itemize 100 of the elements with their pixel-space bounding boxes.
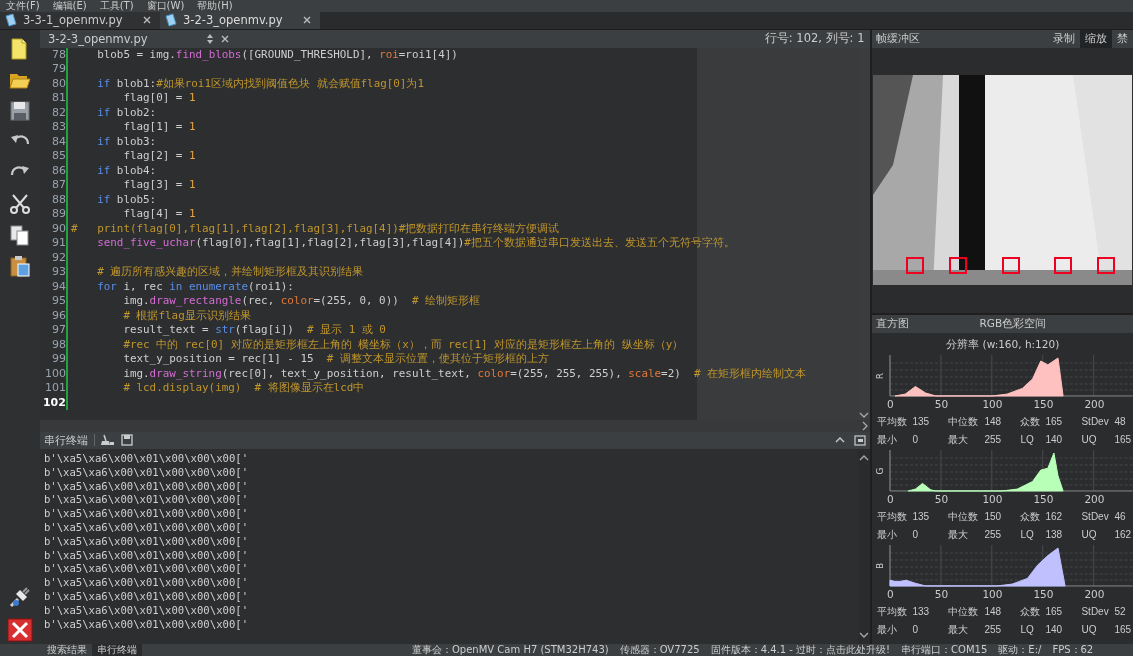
stat-label: StDev: [1081, 604, 1110, 619]
plug-icon[interactable]: [7, 585, 32, 609]
stat-label: LQ: [1020, 527, 1035, 542]
save-icon[interactable]: [120, 434, 133, 447]
stat-value: 162: [1114, 527, 1133, 542]
stat-label: StDev: [1081, 509, 1110, 524]
axis-label: R: [875, 372, 886, 380]
code-line: if blob1:#如果roi1区域内找到阈值色块 就会赋值flag[0]为1: [96, 76, 424, 92]
stat-value: 138: [1045, 527, 1064, 542]
line-number: 97: [39, 323, 68, 338]
tick-label: 200: [1084, 492, 1105, 505]
panel-title: 直方图: [876, 316, 910, 331]
code-line: # lcd.display(img) # 将图像显示在lcd中: [122, 381, 365, 396]
stat-label: 最小: [877, 527, 899, 542]
code-line: result_text = str(flag[i]) # 显示 1 或 0: [122, 323, 386, 338]
close-icon[interactable]: [142, 15, 152, 26]
color-space-selector[interactable]: RGB色彩空间: [979, 316, 1047, 331]
stat-label: UQ: [1081, 622, 1098, 637]
code-line: if blob2:: [96, 105, 157, 121]
scissors-icon[interactable]: [8, 192, 31, 215]
stat-label: 众数: [1020, 509, 1042, 524]
stat-value: 255: [984, 432, 1003, 447]
line-number: 89: [39, 207, 68, 222]
terminal-line: b'\xa5\xa6\x00\x01\x00\x00\x00[': [43, 520, 250, 535]
stat-label: 最小: [877, 432, 899, 447]
stat-value: 0: [912, 622, 919, 637]
tick-label: 200: [1084, 397, 1105, 410]
stat-value: 255: [984, 622, 1003, 637]
terminal-line: b'\xa5\xa6\x00\x01\x00\x00\x00[': [43, 534, 250, 549]
code-line: # print(flag[0],flag[1],flag[2],flag[3],flag[4])#把数据打印在串行终端方便调试: [69, 221, 560, 237]
code-line: blob5 = img.find_blobs([GROUND_THRESHOLD], roi=roi1[4]): [96, 47, 458, 63]
terminal-line: b'\xa5\xa6\x00\x01\x00\x00\x00[': [43, 603, 250, 618]
line-number: 96: [39, 308, 68, 324]
stat-value: 165: [1114, 432, 1133, 447]
line-number: 88: [39, 192, 68, 208]
line-number: 82: [39, 105, 68, 121]
close-icon[interactable]: [302, 15, 312, 26]
panel-title: 帧缓冲区: [876, 31, 921, 46]
line-number: 90: [39, 221, 68, 237]
close-icon[interactable]: [219, 33, 230, 44]
status-item: 驱动：E:/: [998, 644, 1042, 656]
tick-label: 50: [934, 587, 949, 600]
tick-label: 50: [934, 492, 949, 505]
stat-value: 140: [1045, 432, 1064, 447]
tick-label: 0: [887, 492, 894, 505]
code-line: flag[1] = 1: [122, 120, 196, 135]
cursor-position: 行号: 102, 列号: 1: [764, 31, 866, 47]
status-item: 董事会：OpenMV Cam H7 (STM32H743): [412, 644, 609, 656]
tick-label: 100: [982, 397, 1003, 410]
line-number: 80: [39, 76, 68, 92]
stat-label: 平均数: [877, 509, 909, 524]
code-line: # 根据flag显示识别结果: [122, 308, 251, 324]
line-number: 78: [39, 47, 68, 63]
status-tab[interactable]: 串行终端: [92, 644, 142, 656]
restore-icon[interactable]: [854, 434, 867, 447]
stat-value: 135: [912, 509, 931, 524]
status-tab[interactable]: 搜索结果: [42, 644, 92, 656]
menu-item[interactable]: 窗口(W): [142, 0, 194, 12]
stat-label: LQ: [1020, 432, 1035, 447]
stat-value: 133: [912, 604, 931, 619]
tick-label: 200: [1084, 587, 1105, 600]
stat-label: 众数: [1020, 414, 1042, 429]
panel-title: 串行终端: [43, 432, 88, 448]
toggle-button[interactable]: 禁: [1112, 29, 1133, 48]
chevron-down-icon[interactable]: [858, 630, 871, 640]
status-item: 固件版本：4.4.1 - 过时：点击此处升级!: [710, 644, 891, 656]
axis-label: B: [875, 562, 886, 570]
broom-icon[interactable]: [100, 434, 115, 447]
stat-value: 255: [984, 527, 1003, 542]
save-icon[interactable]: [8, 99, 31, 122]
terminal-line: b'\xa5\xa6\x00\x01\x00\x00\x00[': [43, 451, 250, 466]
stat-value: 48: [1114, 414, 1127, 429]
code-line: if blob4:: [96, 163, 157, 179]
up-down-arrows-icon[interactable]: [205, 32, 214, 45]
scrollbar[interactable]: [858, 448, 871, 644]
line-number: 102: [39, 395, 68, 411]
line-number: 79: [39, 62, 68, 77]
stat-label: StDev: [1081, 414, 1110, 429]
status-item: 传感器：OV7725: [619, 644, 700, 656]
tick-label: 150: [1033, 587, 1054, 600]
line-number: 93: [39, 265, 68, 280]
file-selector[interactable]: 3-2-3_openmv.py: [43, 31, 234, 46]
copy-icon[interactable]: [8, 223, 31, 246]
terminal-line: b'\xa5\xa6\x00\x01\x00\x00\x00[': [43, 493, 250, 508]
cross-icon[interactable]: [6, 618, 33, 642]
stat-label: 最小: [877, 622, 899, 637]
menu-item[interactable]: 工具(T): [95, 0, 143, 12]
tick-label: 100: [982, 587, 1003, 600]
stat-label: 众数: [1020, 604, 1042, 619]
clipboard-icon[interactable]: [8, 254, 31, 277]
code-line: flag[0] = 1: [122, 91, 196, 106]
menu-item[interactable]: 文件(F): [2, 0, 49, 12]
menu-item[interactable]: 编辑(E): [48, 0, 96, 12]
toggle-button[interactable]: 录制: [1048, 29, 1080, 48]
line-number: 99: [39, 352, 68, 367]
menu-item[interactable]: 帮助(H): [193, 0, 242, 12]
stat-value: 0: [912, 527, 919, 542]
stat-value: 46: [1114, 509, 1127, 524]
line-number: 91: [39, 236, 68, 251]
tick-label: 50: [934, 397, 949, 410]
